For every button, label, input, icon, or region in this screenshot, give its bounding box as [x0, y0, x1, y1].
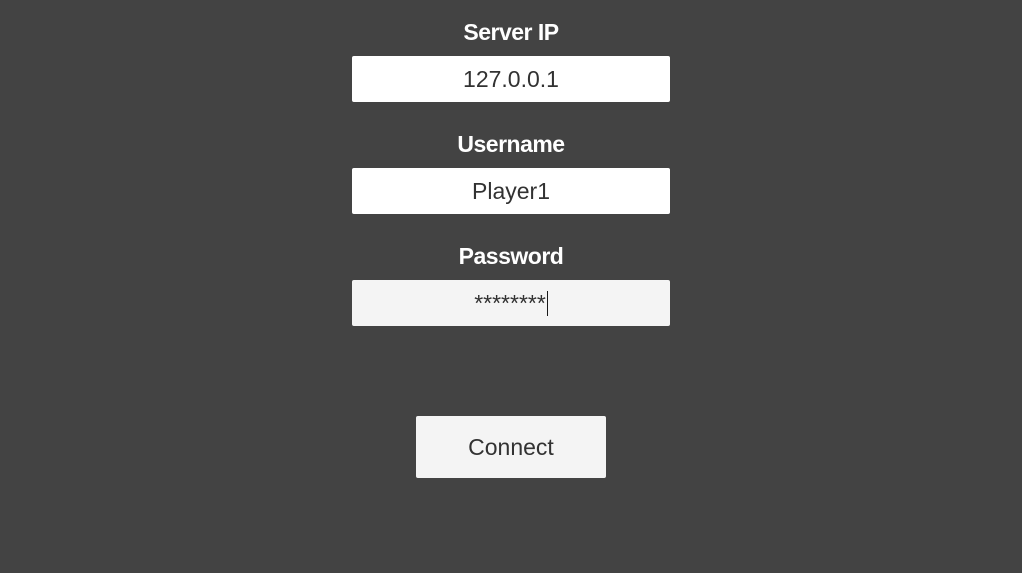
- server-ip-value: 127.0.0.1: [463, 65, 559, 92]
- connect-button-label: Connect: [468, 433, 554, 460]
- password-value: ********: [474, 289, 546, 316]
- password-input[interactable]: ********: [352, 280, 670, 326]
- username-label: Username: [457, 131, 565, 157]
- text-caret: [546, 290, 548, 316]
- password-label: Password: [458, 243, 564, 269]
- connect-button[interactable]: Connect: [416, 416, 606, 478]
- username-value: Player1: [472, 177, 550, 204]
- server-ip-label: Server IP: [463, 19, 559, 45]
- username-input[interactable]: Player1: [352, 168, 670, 214]
- server-ip-input[interactable]: 127.0.0.1: [352, 56, 670, 102]
- login-screen: Server IP 127.0.0.1 Username Player1 Pas…: [0, 0, 1022, 573]
